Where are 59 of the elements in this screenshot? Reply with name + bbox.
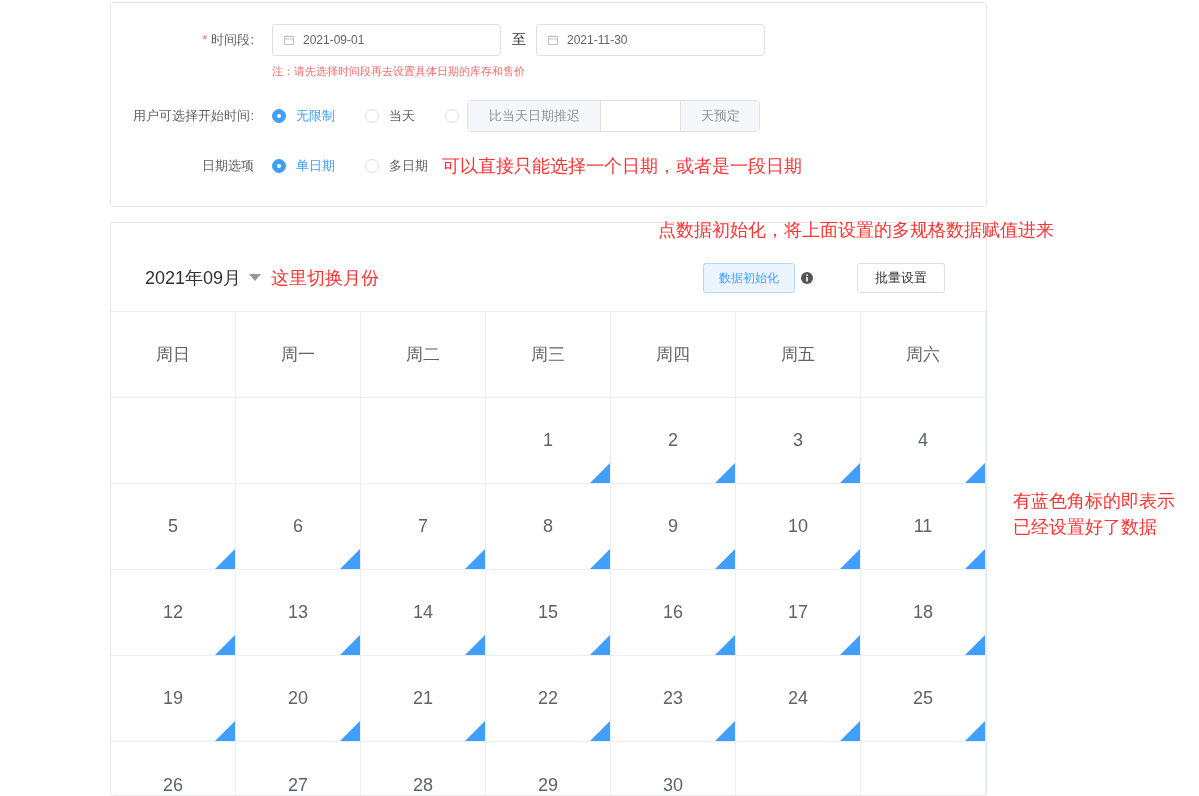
day-number[interactable]: 12 — [163, 602, 183, 623]
day-number[interactable]: 8 — [543, 516, 553, 537]
calendar-icon — [547, 34, 559, 46]
field-label: 时间段: — [211, 32, 254, 47]
radio-label[interactable]: 多日期 — [389, 157, 428, 175]
field-label: 日期选项 — [201, 157, 255, 175]
radio-label[interactable]: 当天 — [389, 107, 415, 125]
day-number[interactable]: 30 — [663, 775, 683, 795]
day-number[interactable]: 5 — [168, 516, 178, 537]
weekday-header: 周四 — [656, 344, 690, 366]
annotation-text: 这里切换月份 — [271, 267, 380, 290]
day-number[interactable]: 16 — [663, 602, 683, 623]
day-number[interactable]: 2 — [668, 430, 678, 451]
day-number[interactable]: 17 — [788, 602, 808, 623]
weekday-header: 周五 — [781, 344, 815, 366]
day-number[interactable]: 11 — [913, 516, 933, 537]
radio-button[interactable] — [272, 109, 286, 123]
date-field[interactable]: 2021-11-30 — [536, 24, 765, 56]
required-mark: * — [202, 32, 208, 47]
day-number[interactable]: 9 — [668, 516, 678, 537]
day-number[interactable]: 23 — [663, 688, 683, 709]
day-number[interactable]: 14 — [413, 602, 433, 623]
hint-text: 注：请先选择时间段再去设置具体日期的库存和售价 — [272, 64, 526, 79]
day-number[interactable]: 3 — [793, 430, 803, 451]
field-label: 用户可选择开始时间: — [132, 107, 255, 125]
weekday-header: 周一 — [281, 344, 315, 366]
day-number[interactable]: 25 — [913, 688, 933, 709]
day-number[interactable]: 15 — [538, 602, 558, 623]
day-number[interactable]: 29 — [538, 775, 558, 795]
annotation-text: 点数据初始化，将上面设置的多规格数据赋值进来 — [658, 219, 1054, 242]
day-number[interactable]: 4 — [918, 430, 928, 451]
day-number[interactable]: 1 — [543, 430, 553, 451]
info-icon[interactable] — [801, 272, 813, 284]
weekday-header: 周六 — [906, 344, 940, 366]
day-number[interactable]: 19 — [163, 688, 183, 709]
day-number[interactable]: 10 — [788, 516, 808, 537]
day-number[interactable]: 24 — [788, 688, 808, 709]
day-number[interactable]: 27 — [288, 775, 308, 795]
month-picker[interactable]: 2021年09月 — [145, 266, 242, 290]
day-number[interactable]: 22 — [538, 688, 558, 709]
day-number[interactable]: 13 — [288, 602, 308, 623]
day-number[interactable]: 20 — [288, 688, 308, 709]
weekday-header: 周三 — [531, 344, 565, 366]
batch-settings-button[interactable]: 批量设置 — [857, 263, 945, 293]
calendar-icon — [283, 34, 295, 46]
annotation-text: 可以直接只能选择一个日期，或者是一段日期 — [442, 155, 802, 178]
date-field[interactable]: 2021-09-01 — [272, 24, 501, 56]
radio-button[interactable] — [272, 159, 286, 173]
caret-icon[interactable] — [249, 274, 262, 282]
day-number[interactable]: 6 — [293, 516, 303, 537]
day-number[interactable]: 26 — [163, 775, 183, 795]
day-number[interactable]: 28 — [413, 775, 433, 795]
range-separator: 至 — [510, 31, 527, 49]
day-number[interactable]: 21 — [413, 688, 433, 709]
day-number[interactable]: 7 — [418, 516, 428, 537]
weekday-header: 周日 — [156, 344, 190, 366]
day-number[interactable]: 18 — [913, 602, 933, 623]
weekday-header: 周二 — [406, 344, 440, 366]
annotation-text: 有蓝色角标的即表示已经设置好了数据 — [1013, 490, 1176, 539]
